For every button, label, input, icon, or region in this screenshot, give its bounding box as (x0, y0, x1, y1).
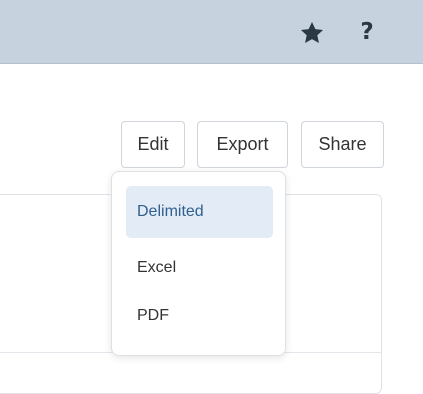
help-icon[interactable]: ? (357, 17, 377, 47)
edit-button[interactable]: Edit (121, 121, 185, 168)
star-icon-glyph (300, 21, 324, 43)
export-option-pdf[interactable]: PDF (126, 290, 273, 342)
export-dropdown-menu: Delimited Excel PDF (111, 171, 286, 356)
export-button[interactable]: Export (197, 121, 288, 168)
share-button[interactable]: Share (301, 121, 384, 168)
export-option-delimited[interactable]: Delimited (126, 186, 273, 238)
star-icon[interactable] (298, 19, 326, 47)
top-toolbar: ? (0, 0, 423, 64)
export-option-excel[interactable]: Excel (126, 242, 273, 294)
